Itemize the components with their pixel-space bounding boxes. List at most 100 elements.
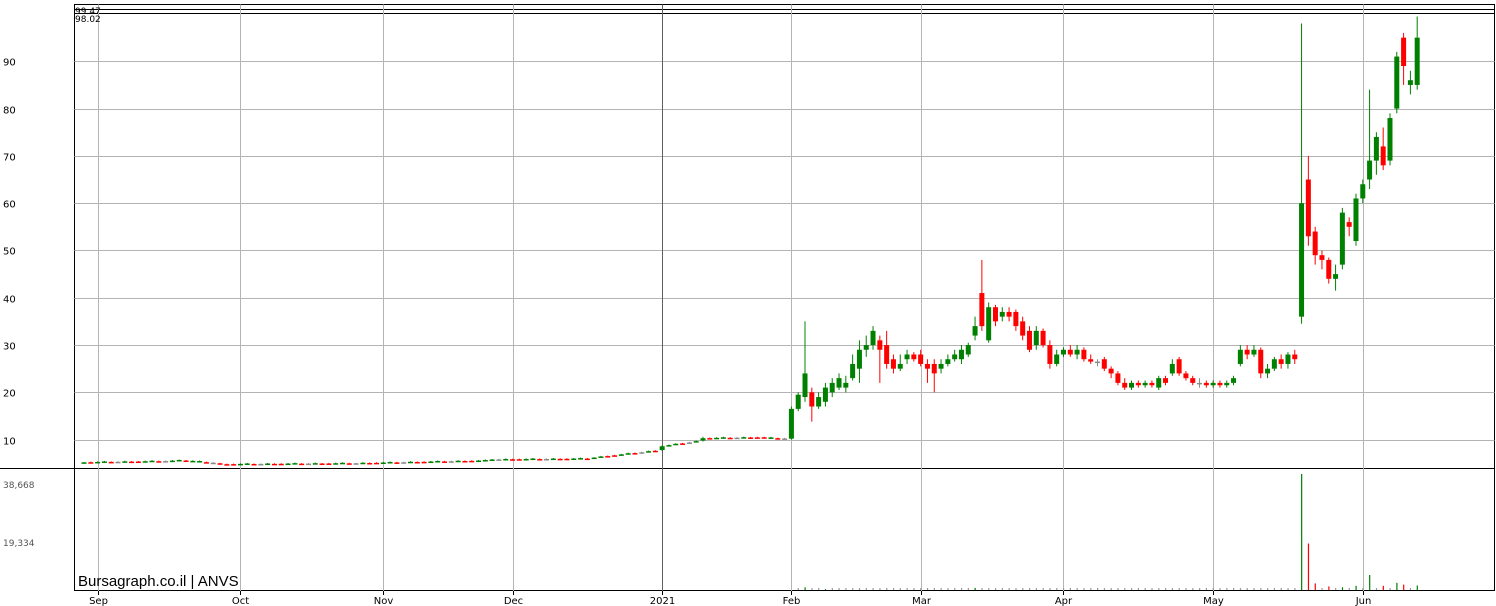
volume-bar [872,588,874,590]
candle-body [584,458,590,461]
volume-bar [892,588,895,590]
candle-body [122,461,128,463]
candle-body [1346,222,1352,227]
candle-body [850,363,856,379]
candle-body [1135,382,1141,386]
candle-body [639,452,645,454]
candle-body [1129,382,1135,388]
candle-body [836,378,842,388]
candle-body [1251,349,1257,355]
volume-bar [988,588,990,590]
candle-body [435,461,441,463]
volume-bar [1219,588,1221,590]
volume-bar [1267,588,1269,590]
volume-bar [1083,588,1085,590]
month-label: 2021 [650,596,675,606]
candle-body [652,450,658,453]
volume-bar [1375,588,1378,590]
volume-bar [1144,588,1146,590]
volume-bar [858,588,861,590]
candle-body [550,458,556,461]
volume-bar [1321,588,1323,590]
candle-body [564,458,570,461]
candle-body [448,461,454,463]
volume-bar [1348,588,1350,590]
volume-bar [926,588,929,590]
candle-body [1006,311,1012,317]
candle-body [1224,382,1230,386]
chart-frame [74,4,1495,591]
candle-body [1095,361,1101,364]
candle-body [1244,349,1250,355]
candle-body [305,463,311,466]
candle-body [612,455,618,457]
month-label: Dec [504,596,523,606]
candle-body [88,462,94,464]
candle-body [183,460,189,463]
month-label: Nov [374,596,394,606]
volume-bar [845,588,847,590]
candle-body [1305,179,1311,237]
candle-body [489,459,495,461]
volume-bar [1389,588,1391,590]
price-tick-label: 20 [3,389,16,400]
candle-body [482,460,488,462]
candle-body [442,461,448,463]
volume-bar [852,588,854,590]
candle-body [632,453,638,455]
month-label: Oct [232,596,249,606]
volume-bar [1328,586,1330,590]
candle-body [1353,198,1359,241]
candle-body [1278,359,1284,364]
candle-body [224,464,230,466]
volume-bar [1056,588,1058,590]
month-label: Feb [783,596,801,606]
candle-body [822,387,828,402]
candle-body [829,382,835,393]
candle-body [203,462,209,464]
volume-bar [947,588,949,590]
candle-body [1373,136,1379,161]
candle-body [782,438,788,440]
month-label: May [1203,596,1224,606]
candle-body [890,359,896,369]
candle-body [326,463,332,465]
candle-body [795,394,801,409]
volume-bar [1273,588,1276,590]
candle-body [95,461,101,464]
candle-body [1265,368,1271,374]
candle-body [992,307,998,322]
candle-body [1299,203,1305,317]
candle-body [1026,330,1032,350]
candle-body [516,459,522,461]
volume-bar [1151,588,1153,590]
volume-bar [1205,588,1208,590]
volume-bar [818,588,820,590]
candle-body [707,438,713,440]
candle-body [428,461,434,464]
candle-body [197,461,203,463]
candle-body [1054,354,1060,364]
candle-body [373,462,379,465]
candle-body [190,460,196,463]
candle-body [972,326,978,336]
volume-bar [1260,588,1262,590]
candle-body [1292,354,1298,360]
candle-body [1387,118,1393,161]
candle-body [931,363,937,374]
candle-body [1401,37,1407,67]
month-label: Sep [89,596,108,606]
price-tick-label: 70 [3,153,16,164]
candle-body [1101,359,1107,369]
volume-bar [824,589,827,590]
candles [81,16,1420,466]
candle-body [856,349,862,369]
candle-body [210,462,216,465]
candle-body [108,461,114,464]
volume-bar [1355,585,1357,590]
candle-body [462,461,468,463]
volume-bar [1403,584,1405,590]
candle-body [727,437,733,440]
volume-bar [1396,582,1398,590]
candle-body [843,382,849,388]
